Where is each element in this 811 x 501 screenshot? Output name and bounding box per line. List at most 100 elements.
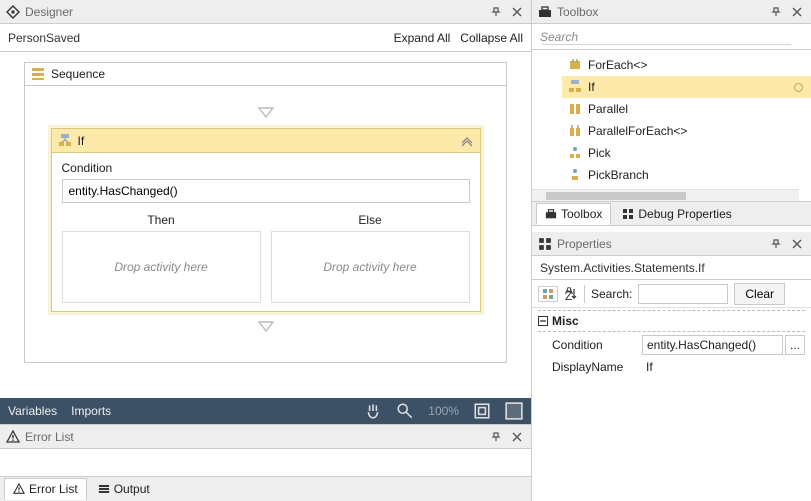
then-label: Then	[62, 213, 261, 231]
fit-icon[interactable]	[473, 402, 491, 420]
if-title: If	[78, 134, 85, 148]
properties-icon	[538, 237, 552, 251]
toolbox-icon	[545, 208, 557, 220]
if-body: Condition Then Drop activity here Else D…	[52, 153, 480, 311]
overview-icon[interactable]	[505, 402, 523, 420]
categorized-icon[interactable]	[538, 286, 558, 302]
zoom-icon[interactable]	[396, 402, 414, 420]
toolbox-item-foreach[interactable]: ForEach<>	[562, 54, 811, 76]
designer-canvas[interactable]: Sequence If Condition	[0, 52, 531, 398]
category-name: Misc	[552, 314, 579, 328]
error-list-title: Error List	[25, 430, 483, 444]
tab-error-list[interactable]: Error List	[4, 478, 87, 500]
prop-row-condition: Condition entity.HasChanged() ...	[538, 334, 805, 356]
error-list-panel: Error List Error List Output	[0, 424, 531, 501]
properties-object-type: System.Activities.Statements.If	[532, 256, 811, 280]
prop-value[interactable]: If	[642, 357, 803, 377]
warning-icon	[6, 430, 20, 444]
parallel-icon	[568, 102, 582, 116]
toolbox-item-label: ParallelForEach<>	[588, 124, 687, 138]
foreach-icon	[568, 58, 582, 72]
tab-label: Output	[114, 482, 150, 496]
collapse-box-icon	[538, 316, 548, 326]
imports-link[interactable]: Imports	[71, 404, 111, 418]
warning-icon	[13, 483, 25, 495]
drop-indicator-top[interactable]	[257, 106, 275, 120]
toolbox-item-label: Pick	[588, 146, 611, 160]
else-dropzone[interactable]: Drop activity here	[271, 231, 470, 303]
toolbox-item-label: PickBranch	[588, 168, 649, 182]
breadcrumb[interactable]: PersonSaved	[8, 31, 384, 45]
if-icon	[568, 80, 582, 94]
tab-toolbox[interactable]: Toolbox	[536, 203, 611, 225]
expand-all-link[interactable]: Expand All	[394, 31, 451, 45]
prop-name: Condition	[538, 338, 642, 352]
prop-value-input[interactable]: entity.HasChanged()	[642, 335, 783, 355]
variables-link[interactable]: Variables	[8, 404, 57, 418]
bottom-tab-strip: Error List Output	[0, 477, 531, 501]
toolbox-item-pick[interactable]: Pick	[562, 142, 811, 164]
properties-grid: Misc Condition entity.HasChanged() ... D…	[532, 308, 811, 378]
sort-alpha-icon[interactable]: AZ	[564, 287, 578, 301]
toolbox-search[interactable]: Search	[532, 24, 811, 50]
tab-label: Debug Properties	[638, 207, 731, 221]
toolbox-item-label: Parallel	[588, 102, 628, 116]
sequence-header[interactable]: Sequence	[24, 62, 507, 86]
pin-icon[interactable]	[488, 429, 504, 445]
search-placeholder: Search	[540, 30, 578, 44]
pin-icon[interactable]	[768, 236, 784, 252]
toolbox-item-pickbranch[interactable]: PickBranch	[562, 164, 811, 186]
toolbox-item-parallel[interactable]: Parallel	[562, 98, 811, 120]
drop-indicator-bottom[interactable]	[257, 320, 275, 334]
then-branch: Then Drop activity here	[62, 213, 261, 303]
error-list-body	[0, 449, 531, 477]
designer-title: Designer	[25, 5, 483, 19]
toolbox-title-bar: Toolbox	[532, 0, 811, 24]
properties-title: Properties	[557, 237, 763, 251]
sequence-body: If Condition Then Drop activity here	[24, 86, 507, 363]
horizontal-scrollbar[interactable]	[532, 189, 799, 201]
close-icon[interactable]	[789, 236, 805, 252]
clear-button[interactable]: Clear	[734, 283, 785, 305]
pin-icon[interactable]	[768, 4, 784, 20]
else-branch: Else Drop activity here	[271, 213, 470, 303]
close-icon[interactable]	[509, 429, 525, 445]
toolbox-item-if[interactable]: If	[562, 76, 811, 98]
properties-title-bar: Properties	[532, 232, 811, 256]
condition-input[interactable]	[62, 179, 470, 203]
zoom-level[interactable]: 100%	[428, 404, 459, 418]
svg-text:Z: Z	[565, 289, 572, 301]
error-list-title-bar: Error List	[0, 425, 531, 449]
toolbox-tab-strip: Toolbox Debug Properties	[532, 202, 811, 226]
if-header[interactable]: If	[52, 129, 480, 153]
toolbox-item-label: If	[588, 80, 595, 94]
collapse-all-link[interactable]: Collapse All	[460, 31, 523, 45]
toolbox-item-label: ForEach<>	[588, 58, 647, 72]
collapse-chevron-icon[interactable]	[460, 135, 474, 147]
toolbox-item-parallelforeach[interactable]: ParallelForEach<>	[562, 120, 811, 142]
designer-title-bar: Designer	[0, 0, 531, 24]
tab-label: Toolbox	[561, 207, 602, 221]
prop-name: DisplayName	[538, 360, 642, 374]
properties-search-input[interactable]	[638, 284, 728, 304]
if-activity[interactable]: If Condition Then Drop activity here	[51, 128, 481, 312]
grid-icon	[622, 208, 634, 220]
prop-row-displayname: DisplayName If	[538, 356, 805, 378]
close-icon[interactable]	[509, 4, 525, 20]
close-icon[interactable]	[789, 4, 805, 20]
toolbox-icon	[538, 5, 552, 19]
properties-toolbar: AZ Search: Clear	[532, 280, 811, 308]
designer-subheader: PersonSaved Expand All Collapse All	[0, 24, 531, 52]
sequence-label: Sequence	[51, 67, 105, 81]
then-dropzone[interactable]: Drop activity here	[62, 231, 261, 303]
tab-output[interactable]: Output	[89, 478, 159, 500]
pin-icon[interactable]	[488, 4, 504, 20]
tab-debug-properties[interactable]: Debug Properties	[613, 203, 740, 225]
category-header[interactable]: Misc	[538, 310, 805, 332]
toolbox-list: ForEach<> If Parallel ParallelForEach<> …	[532, 50, 811, 202]
parallelforeach-icon	[568, 124, 582, 138]
output-icon	[98, 483, 110, 495]
prop-ellipsis-button[interactable]: ...	[785, 335, 805, 355]
sequence-icon	[31, 67, 45, 81]
pan-icon[interactable]	[364, 402, 382, 420]
